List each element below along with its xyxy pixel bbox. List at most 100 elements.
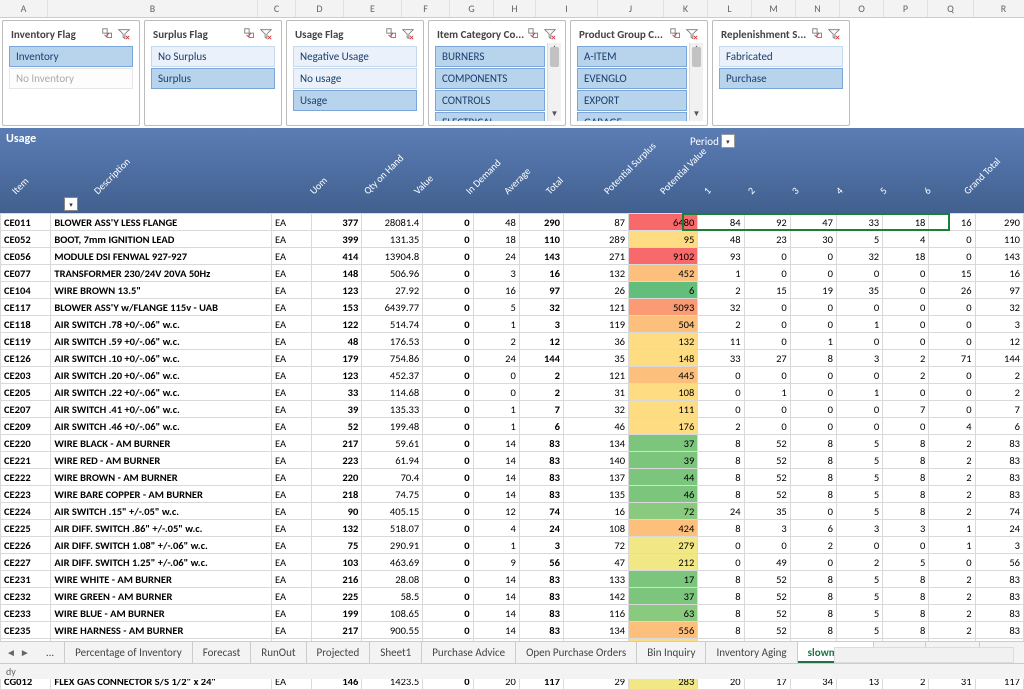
cell[interactable]: 0: [790, 503, 836, 520]
table-row[interactable]: CE224AIR SWITCH .15" +/-.05" w.c.EA90405…: [1, 503, 1024, 520]
cell[interactable]: 754.86: [362, 350, 423, 367]
cell[interactable]: 8: [790, 435, 836, 452]
cell[interactable]: CE203: [1, 367, 51, 384]
cell[interactable]: 74.75: [362, 486, 423, 503]
cell[interactable]: 5: [836, 435, 882, 452]
cell[interactable]: 0: [423, 418, 473, 435]
cell[interactable]: 39: [629, 452, 698, 469]
cell[interactable]: 518.07: [362, 520, 423, 537]
cell[interactable]: 279: [629, 537, 698, 554]
cell[interactable]: 13904.8: [362, 248, 423, 265]
cell[interactable]: 0: [883, 333, 929, 350]
table-row[interactable]: CE231WIRE WHITE - AM BURNEREA21628.08014…: [1, 571, 1024, 588]
cell[interactable]: 0: [744, 537, 790, 554]
horizontal-scrollbar[interactable]: [834, 647, 1014, 663]
cell[interactable]: 27: [744, 350, 790, 367]
cell[interactable]: 23: [744, 231, 790, 248]
sheet-tab[interactable]: Percentage of Inventory: [65, 642, 193, 663]
slicer-item[interactable]: EVENGLO: [577, 68, 687, 89]
cell[interactable]: 123: [311, 367, 361, 384]
cell[interactable]: 452.37: [362, 367, 423, 384]
cell[interactable]: 153: [311, 299, 361, 316]
cell[interactable]: 6: [519, 418, 563, 435]
slicer-item[interactable]: Surplus: [151, 68, 275, 89]
col-header-B[interactable]: B: [48, 0, 258, 17]
cell[interactable]: 290: [975, 214, 1023, 231]
cell[interactable]: 7: [883, 401, 929, 418]
cell[interactable]: WIRE WHITE - AM BURNER: [51, 571, 272, 588]
cell[interactable]: CE220: [1, 435, 51, 452]
cell[interactable]: 14: [473, 452, 519, 469]
table-row[interactable]: CE222WIRE BROWN - AM BURNEREA22070.40148…: [1, 469, 1024, 486]
cell[interactable]: 2: [975, 367, 1023, 384]
cell[interactable]: 47: [563, 554, 628, 571]
clear-filter-icon[interactable]: [827, 27, 841, 41]
cell[interactable]: 5: [836, 622, 882, 639]
cell[interactable]: 148: [311, 265, 361, 282]
slicer-item[interactable]: CONTROLS: [435, 90, 545, 111]
cell[interactable]: 8: [883, 571, 929, 588]
cell[interactable]: 1: [473, 316, 519, 333]
cell[interactable]: 114.68: [362, 384, 423, 401]
cell[interactable]: EA: [271, 282, 311, 299]
cell[interactable]: 0: [698, 554, 744, 571]
cell[interactable]: 0: [423, 554, 473, 571]
cell[interactable]: EA: [271, 605, 311, 622]
cell[interactable]: 44: [629, 469, 698, 486]
cell[interactable]: 12: [519, 333, 563, 350]
cell[interactable]: 83: [975, 605, 1023, 622]
cell[interactable]: 83: [975, 622, 1023, 639]
cell[interactable]: 8: [883, 605, 929, 622]
cell[interactable]: 0: [423, 503, 473, 520]
table-row[interactable]: CE104WIRE BROWN 13.5"EA12327.92016972662…: [1, 282, 1024, 299]
table-row[interactable]: CE126AIR SWITCH .10 +0/-.06" w.c.EA17975…: [1, 350, 1024, 367]
cell[interactable]: 8: [883, 469, 929, 486]
multiselect-icon[interactable]: [527, 27, 541, 41]
cell[interactable]: 0: [883, 537, 929, 554]
cell[interactable]: CE207: [1, 401, 51, 418]
cell[interactable]: 0: [790, 554, 836, 571]
cell[interactable]: 14: [473, 486, 519, 503]
col-header-A[interactable]: A: [0, 0, 48, 17]
cell[interactable]: 123: [311, 282, 361, 299]
cell[interactable]: 83: [975, 469, 1023, 486]
cell[interactable]: WIRE BROWN - AM BURNER: [51, 469, 272, 486]
table-row[interactable]: CE207AIR SWITCH .41 +0/-.06" w.c.EA39135…: [1, 401, 1024, 418]
cell[interactable]: 0: [423, 588, 473, 605]
cell[interactable]: EA: [271, 367, 311, 384]
cell[interactable]: CE052: [1, 231, 51, 248]
cell[interactable]: 0: [698, 537, 744, 554]
cell[interactable]: 8: [698, 452, 744, 469]
cell[interactable]: 135.33: [362, 401, 423, 418]
cell[interactable]: 0: [423, 520, 473, 537]
cell[interactable]: EA: [271, 248, 311, 265]
clear-filter-icon[interactable]: [543, 27, 557, 41]
cell[interactable]: 8: [790, 486, 836, 503]
cell[interactable]: 0: [790, 265, 836, 282]
cell[interactable]: 26: [563, 282, 628, 299]
cell[interactable]: 8: [883, 486, 929, 503]
tab-nav-prev-icon[interactable]: ◄: [6, 646, 16, 659]
cell[interactable]: 52: [744, 486, 790, 503]
cell[interactable]: 217: [311, 622, 361, 639]
cell[interactable]: 70.4: [362, 469, 423, 486]
cell[interactable]: 33: [698, 350, 744, 367]
cell[interactable]: 24: [473, 350, 519, 367]
cell[interactable]: 143: [975, 248, 1023, 265]
cell[interactable]: 16: [563, 503, 628, 520]
cell[interactable]: 0: [423, 299, 473, 316]
cell[interactable]: CE104: [1, 282, 51, 299]
table-row[interactable]: CE221WIRE RED - AM BURNEREA22361.9401483…: [1, 452, 1024, 469]
cell[interactable]: 0: [423, 367, 473, 384]
cell[interactable]: 14: [473, 571, 519, 588]
cell[interactable]: 32: [975, 299, 1023, 316]
cell[interactable]: 35: [563, 350, 628, 367]
cell[interactable]: 0: [836, 265, 882, 282]
cell[interactable]: 30: [790, 231, 836, 248]
cell[interactable]: 83: [519, 571, 563, 588]
cell[interactable]: 58.5: [362, 588, 423, 605]
cell[interactable]: 1: [473, 537, 519, 554]
cell[interactable]: 15: [744, 282, 790, 299]
cell[interactable]: 71: [929, 350, 975, 367]
cell[interactable]: 0: [423, 537, 473, 554]
